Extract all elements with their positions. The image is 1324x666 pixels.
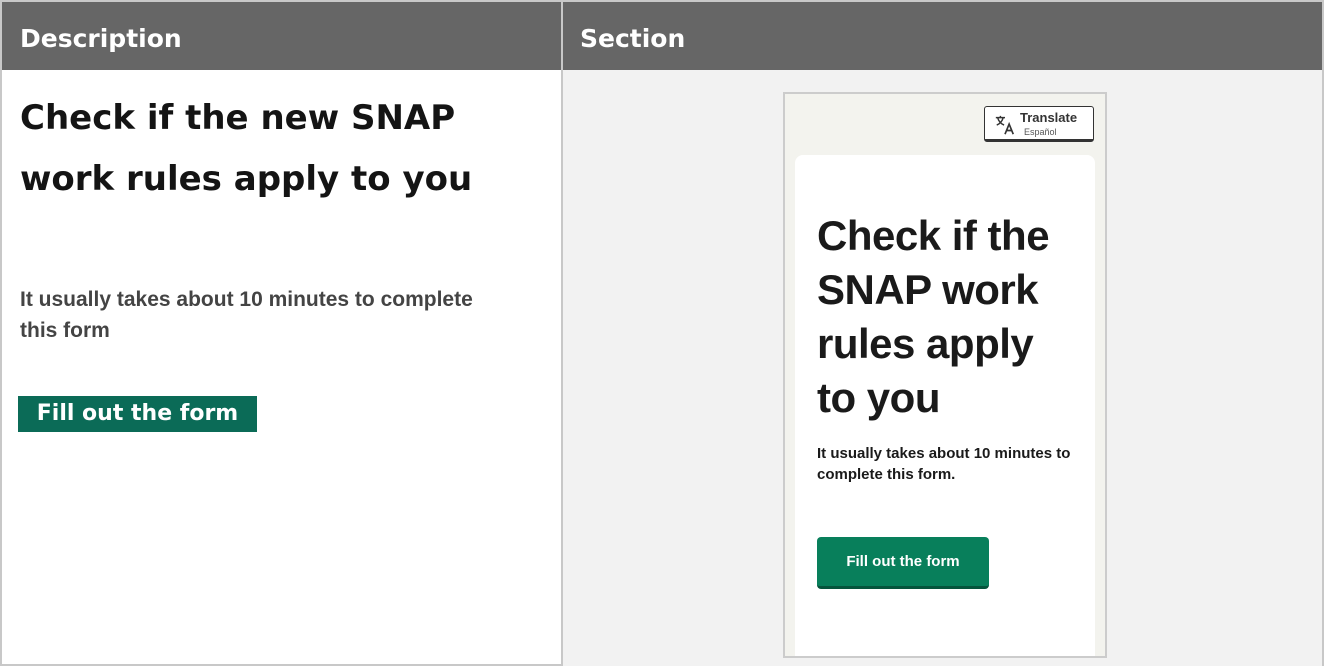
translate-label: Translate xyxy=(1020,110,1078,125)
preview-fill-out-form-button[interactable]: Fill out the form xyxy=(817,537,989,589)
preview-title: Check if the SNAP work rules apply to yo… xyxy=(817,212,1050,421)
preview-subtitle: It usually takes about 10 minutes to com… xyxy=(817,445,1071,483)
column-header-section: Section xyxy=(580,24,686,53)
mobile-preview: Translate Español Check if the SNAP work… xyxy=(783,92,1107,658)
translate-language: Español xyxy=(1024,127,1057,137)
fill-out-form-button[interactable]: Fill out the form xyxy=(18,396,257,432)
description-subtitle: It usually takes about 10 minutes to com… xyxy=(20,288,473,342)
column-header-description: Description xyxy=(20,24,182,53)
preview-card: Check if the SNAP work rules apply to yo… xyxy=(795,155,1095,656)
description-title: Check if the new SNAP work rules apply t… xyxy=(20,98,473,199)
column-divider xyxy=(561,2,563,666)
translate-button[interactable]: Translate Español xyxy=(984,106,1094,142)
comparison-table: Description Section Check if the new SNA… xyxy=(0,0,1324,666)
table-header-row: Description Section xyxy=(2,2,1322,70)
translate-icon xyxy=(995,115,1015,135)
